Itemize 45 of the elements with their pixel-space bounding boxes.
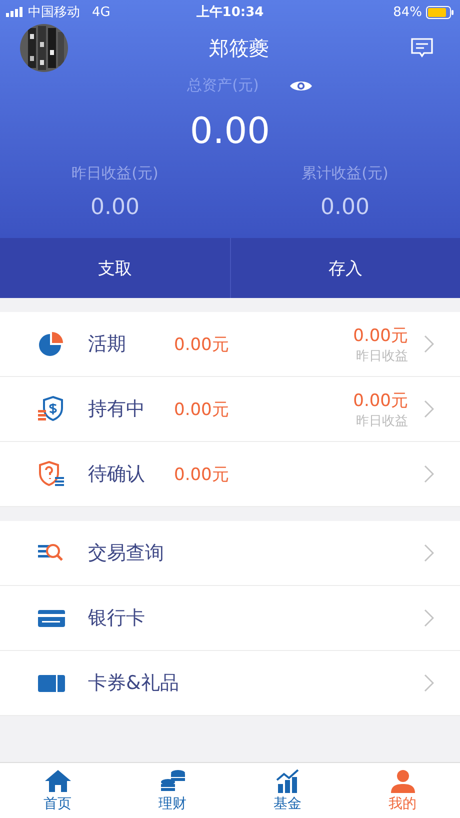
menu-label: 银行卡 xyxy=(88,606,146,631)
income-value: 0.00元 xyxy=(353,324,408,346)
stat-label: 累计收益(元) xyxy=(302,164,388,183)
action-button[interactable]: 支取 xyxy=(0,238,230,298)
shield-question-icon xyxy=(36,459,66,489)
stat-value: 0.00 xyxy=(90,195,140,220)
tab[interactable]: 首页 xyxy=(0,763,115,818)
chevron-icon xyxy=(424,674,434,692)
chevron-icon xyxy=(424,465,434,483)
chevron-icon xyxy=(424,335,434,353)
income-label: 昨日收益 xyxy=(356,348,408,364)
holding-amount: 0.00元 xyxy=(174,464,229,486)
pie-chart-icon xyxy=(36,329,66,359)
chevron-icon xyxy=(424,400,434,418)
holding-name: 活期 xyxy=(88,332,127,357)
coins-icon xyxy=(158,768,186,792)
tab[interactable]: 理财 xyxy=(115,763,230,818)
eye-icon[interactable] xyxy=(288,78,313,92)
home-icon xyxy=(44,768,72,792)
total-assets-label: 总资产(元) xyxy=(187,76,259,95)
user-name: 郑筱夔 xyxy=(208,34,270,62)
menu-label: 交易查询 xyxy=(88,541,165,566)
holding-name: 持有中 xyxy=(88,397,146,422)
total-assets-value: 0.00 xyxy=(188,111,272,152)
holding-name: 待确认 xyxy=(88,462,146,487)
message-icon[interactable] xyxy=(410,37,434,59)
clock: 上午10:34 xyxy=(196,4,264,21)
carrier-name: 中国移动 xyxy=(28,4,80,21)
signal-icon xyxy=(6,7,24,17)
holding-amount: 0.00元 xyxy=(174,334,229,356)
income-label: 昨日收益 xyxy=(356,412,408,430)
network-type: 4G xyxy=(92,4,110,20)
chevron-icon xyxy=(424,609,434,627)
tab[interactable]: 基金 xyxy=(230,763,345,818)
holding-amount: 0.00元 xyxy=(174,398,229,420)
action-button[interactable]: 存入 xyxy=(230,238,460,298)
person-icon xyxy=(388,768,416,792)
stat-label: 昨日收益(元) xyxy=(72,164,158,183)
chevron-icon xyxy=(424,544,434,562)
shield-coins-icon xyxy=(36,394,66,424)
battery-percent: 84% xyxy=(393,4,422,20)
battery-icon xyxy=(426,6,454,18)
stat-value: 0.00 xyxy=(320,195,370,220)
bar-chart-icon xyxy=(274,768,302,792)
income-value: 0.00元 xyxy=(353,390,408,412)
